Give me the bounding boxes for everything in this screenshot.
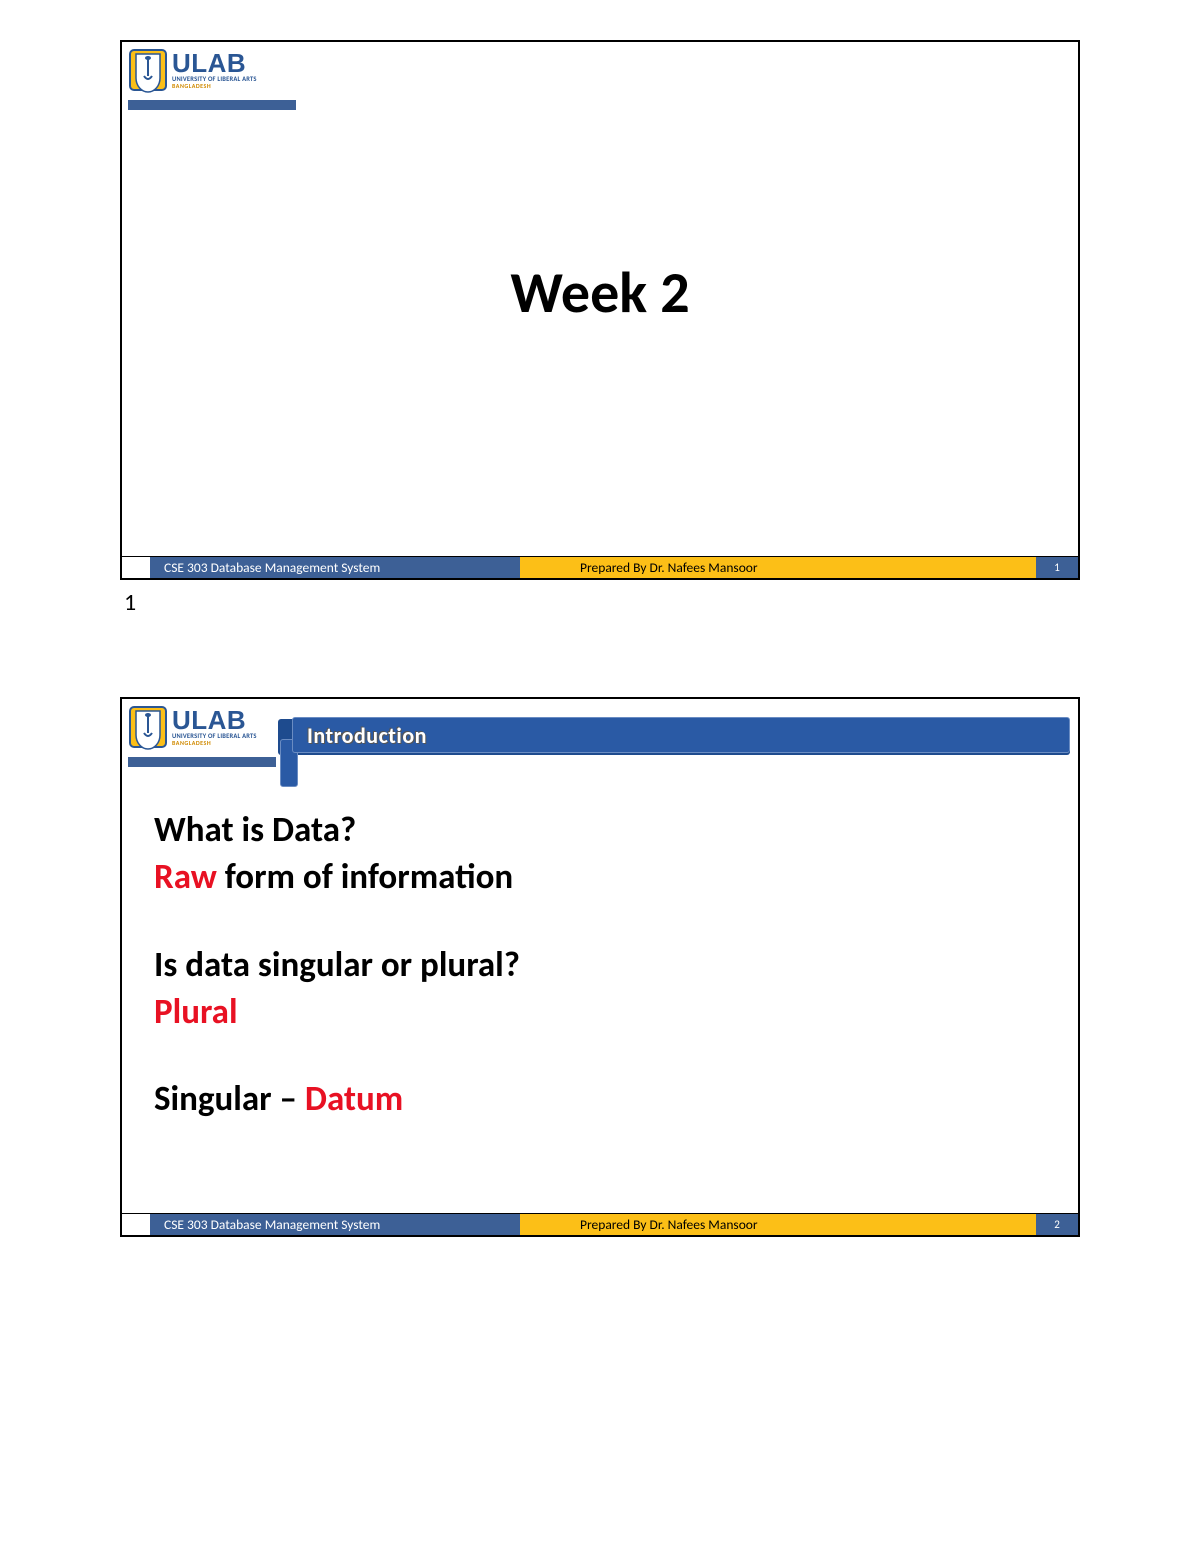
body-line-1: What is Data? bbox=[154, 807, 1046, 854]
highlight-raw: Raw bbox=[154, 856, 217, 898]
logo-underline bbox=[128, 100, 296, 110]
logo-name: ULAB bbox=[172, 50, 257, 76]
slide-2: ULAB UNIVERSITY OF LIBERAL ARTS BANGLADE… bbox=[120, 697, 1080, 1237]
footer-page-number: 1 bbox=[1036, 557, 1078, 578]
handout-number-1: 1 bbox=[120, 588, 1080, 617]
body-line-5a: Singular – bbox=[154, 1078, 305, 1120]
logo-name: ULAB bbox=[172, 707, 257, 733]
body-line-3: Is data singular or plural? bbox=[154, 942, 1046, 989]
body-line-2: Raw form of information bbox=[154, 854, 1046, 901]
body-line-2b: form of information bbox=[217, 856, 513, 898]
slide-footer: CSE 303 Database Management System Prepa… bbox=[122, 556, 1078, 578]
footer-prepared: Prepared By Dr. Nafees Mansoor bbox=[520, 1214, 1036, 1235]
footer-course: CSE 303 Database Management System bbox=[150, 557, 520, 578]
slide-footer: CSE 303 Database Management System Prepa… bbox=[122, 1213, 1078, 1235]
slide-body: What is Data? Raw form of information Is… bbox=[154, 807, 1046, 1123]
logo-country: BANGLADESH bbox=[172, 83, 257, 89]
body-line-5: Singular – Datum bbox=[154, 1076, 1046, 1123]
footer-page-number: 2 bbox=[1036, 1214, 1078, 1235]
ulab-logo: ULAB UNIVERSITY OF LIBERAL ARTS BANGLADE… bbox=[128, 48, 257, 96]
shield-icon bbox=[128, 48, 168, 96]
footer-prepared: Prepared By Dr. Nafees Mansoor bbox=[520, 557, 1036, 578]
section-banner: Introduction bbox=[278, 717, 1070, 765]
slide-title: Week 2 bbox=[122, 257, 1078, 328]
highlight-datum: Datum bbox=[305, 1078, 403, 1120]
logo-country: BANGLADESH bbox=[172, 740, 257, 746]
section-title: Introduction bbox=[307, 722, 427, 749]
slide-1: ULAB UNIVERSITY OF LIBERAL ARTS BANGLADE… bbox=[120, 40, 1080, 580]
footer-course: CSE 303 Database Management System bbox=[150, 1214, 520, 1235]
ulab-logo: ULAB UNIVERSITY OF LIBERAL ARTS BANGLADE… bbox=[128, 705, 257, 753]
shield-icon bbox=[128, 705, 168, 753]
highlight-plural: Plural bbox=[154, 989, 1046, 1036]
logo-underline bbox=[128, 757, 276, 767]
